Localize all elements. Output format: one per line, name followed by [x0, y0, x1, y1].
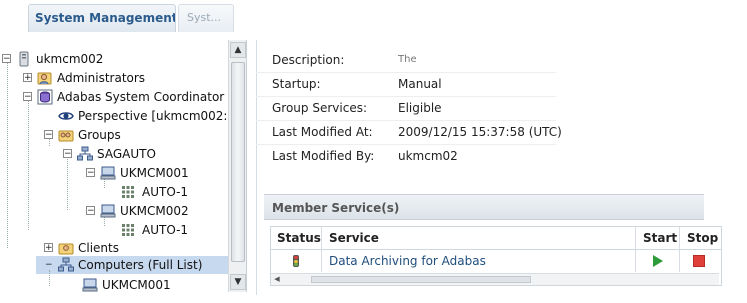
tab-strip: System Management Syst...	[0, 0, 260, 36]
tree-node-label: SAGAUTO	[97, 147, 156, 161]
tree-node-label: UKMCM001	[120, 166, 189, 180]
property-label: Last Modified By:	[272, 149, 375, 163]
traffic-light-icon	[293, 255, 299, 267]
collapse-toggle[interactable]: −	[23, 92, 32, 102]
eye-icon	[58, 112, 74, 120]
tree-node-label: Clients	[78, 241, 119, 255]
table-horizontal-scrollbar[interactable]: ◀	[271, 273, 719, 285]
property-label: Group Services:	[272, 101, 367, 115]
tree-node-label: AUTO-1	[142, 223, 189, 237]
collapse-toggle[interactable]: −	[44, 260, 53, 270]
tree-node-ukmcm002-member[interactable]: − UKMCM002	[0, 202, 228, 220]
network-icon	[77, 146, 93, 161]
collapse-toggle[interactable]: −	[86, 168, 95, 178]
tree-scrollbar[interactable]: ▲ ▼	[228, 40, 246, 292]
property-label: Description:	[272, 53, 345, 67]
collapse-toggle[interactable]: −	[86, 206, 95, 216]
property-label: Startup:	[272, 77, 321, 91]
member-services-table: Status Service Start Stop Data Archiving…	[270, 226, 722, 286]
property-value: ukmcm02	[398, 149, 458, 163]
tree-node-label: Computers (Full List)	[78, 258, 203, 272]
tree-node-label: UKMCM002	[120, 204, 189, 218]
tab-system-management[interactable]: System Management	[28, 4, 176, 32]
tree-node-coordinator[interactable]: − Adabas System Coordinator	[0, 88, 228, 106]
column-header-start[interactable]: Start	[643, 227, 678, 250]
service-name[interactable]: Data Archiving for Adabas	[329, 250, 486, 272]
server-icon	[19, 51, 29, 67]
tree-node-ukmcm001-list[interactable]: UKMCM001	[0, 276, 228, 292]
collapse-toggle[interactable]: −	[63, 149, 72, 159]
tree-node-label: AUTO-1	[142, 185, 189, 199]
scroll-up-icon[interactable]: ▲	[230, 42, 246, 58]
tree-node-sagauto[interactable]: − SAGAUTO	[0, 145, 228, 163]
expand-toggle[interactable]: +	[44, 243, 53, 253]
tree-node-perspective[interactable]: Perspective [ukmcm002:5337	[0, 107, 228, 125]
tree-node-computers-full-list[interactable]: − Computers (Full List)	[0, 256, 228, 274]
scrollbar-thumb[interactable]	[231, 62, 245, 262]
property-label: Last Modified At:	[272, 125, 373, 139]
tree-node-label: Administrators	[57, 71, 146, 85]
collapse-toggle[interactable]: −	[2, 54, 11, 64]
tree-node-label: UKMCM001	[102, 278, 171, 292]
tree-node-label: ukmcm002	[36, 52, 104, 66]
clients-icon	[58, 243, 74, 255]
tree-node-ukmcm002[interactable]: − ukmcm002	[0, 50, 228, 68]
column-header-status[interactable]: Status	[277, 227, 321, 250]
column-header-stop[interactable]: Stop	[687, 227, 719, 250]
computer-icon	[100, 166, 116, 180]
property-value: 2009/12/15 15:37:58 (UTC)	[398, 125, 562, 139]
member-services-header[interactable]: Member Service(s)	[264, 194, 704, 220]
tree-node-auto-1[interactable]: AUTO-1	[0, 183, 228, 201]
computer-icon	[82, 278, 98, 292]
property-value: Eligible	[398, 101, 442, 115]
grid-icon	[122, 224, 134, 236]
column-header-service[interactable]: Service	[329, 227, 379, 250]
collapse-toggle[interactable]: −	[44, 130, 53, 140]
scrollbar-thumb[interactable]	[311, 276, 531, 283]
tree-node-label: Groups	[78, 128, 121, 142]
detail-panel: Description: The Startup: Manual Group S…	[256, 40, 747, 303]
tree-node-administrators[interactable]: + Administrators	[0, 69, 228, 87]
play-icon[interactable]	[653, 255, 663, 267]
computer-icon	[100, 204, 116, 218]
coordinator-icon	[37, 89, 53, 105]
expand-toggle[interactable]: +	[23, 73, 32, 83]
tree-node-groups[interactable]: − Groups	[0, 126, 228, 144]
stop-icon[interactable]	[693, 255, 705, 267]
network-icon	[58, 257, 74, 272]
grid-icon	[122, 186, 134, 198]
tree-node-auto-1[interactable]: AUTO-1	[0, 221, 228, 239]
property-value: Manual	[398, 77, 442, 91]
table-row[interactable]: Data Archiving for Adabas	[271, 250, 721, 272]
tab-system-other[interactable]: Syst...	[178, 4, 234, 32]
navigation-tree: − ukmcm002 + Administrators − Adabas Sys…	[0, 40, 247, 292]
tree-node-ukmcm001[interactable]: − UKMCM001	[0, 164, 228, 182]
tree-node-clients[interactable]: + Clients	[0, 239, 228, 257]
tree-node-label: Perspective [ukmcm002:5337	[78, 109, 228, 123]
property-value: The	[398, 54, 417, 65]
scroll-down-icon[interactable]: ▼	[230, 274, 246, 290]
groups-icon	[58, 130, 74, 142]
scroll-left-icon[interactable]: ◀	[272, 275, 282, 284]
users-lock-icon	[37, 72, 52, 85]
tree-node-label: Adabas System Coordinator	[57, 90, 225, 104]
